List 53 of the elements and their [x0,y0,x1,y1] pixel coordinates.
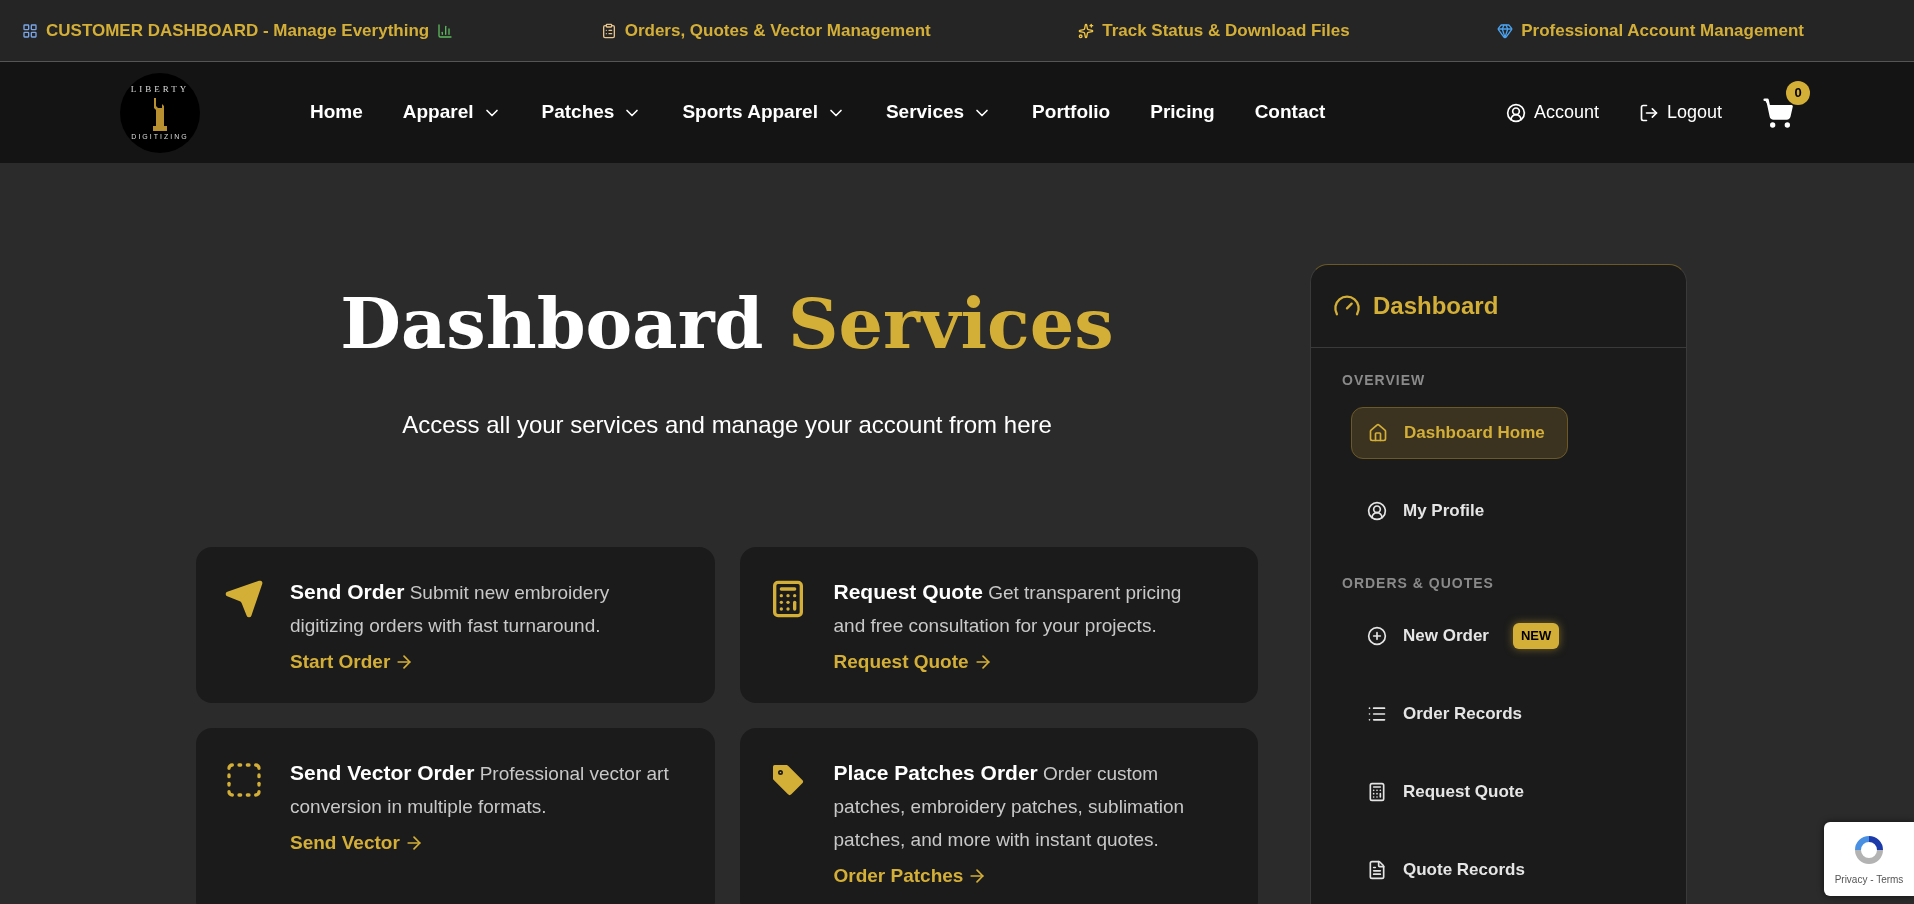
list-icon [1367,704,1387,724]
announcement-text: Professional Account Management [1521,19,1804,42]
recaptcha-badge[interactable]: Privacy - Terms [1824,822,1914,896]
sidebar-item[interactable]: Request Quote [1351,766,1546,818]
section-heading: OVERVIEW [1342,371,1426,390]
page-subtitle: Access all your services and manage your account from here [402,410,1052,440]
sidebar-item[interactable]: Order Records [1351,688,1545,740]
paper-plane-icon [224,579,264,619]
card-link[interactable]: Order Patches [833,862,1214,891]
sidebar-item[interactable]: Dashboard Home [1351,407,1568,459]
sidebar-item[interactable]: My Profile [1351,485,1507,537]
plus-icon [1367,626,1387,646]
user-icon [1367,501,1387,521]
bar-chart-icon [437,22,454,39]
card-link[interactable]: Start Order [290,648,671,677]
sidebar-item[interactable]: Quote Records [1351,844,1547,896]
nav-link[interactable]: Services [885,98,993,127]
document-icon [1367,860,1387,880]
nav-link[interactable]: Sports Apparel [682,98,846,127]
sparkles-icon [1078,22,1095,39]
account-link[interactable]: Account [1505,99,1599,126]
nav-link[interactable]: Pricing [1150,98,1215,127]
card-description: Request Quote Get transparent pricing and free consultation for your projects. [833,579,1183,638]
gem-icon [1497,22,1514,39]
card-description: Send Order Submit new embroidery digitizing orders with fast turnaround. [290,579,611,638]
nav-link[interactable]: Patches [541,98,643,127]
clipboard-icon [600,22,617,39]
nav-link[interactable]: Apparel [402,98,502,127]
recaptcha-links[interactable]: Privacy - Terms [1834,871,1904,887]
page-title: Dashboard Services [340,289,1114,359]
sidebar-title: Dashboard [1373,291,1499,321]
logout-icon [1638,102,1659,123]
nav-link[interactable]: Home [310,98,363,127]
account-link[interactable]: Logout [1638,99,1722,126]
card-link[interactable]: Request Quote [833,648,1214,677]
announcement-text: Track Status & Download Files [1102,19,1350,42]
sidebar-item[interactable]: New Order NEW [1351,610,1582,662]
home-icon [1368,423,1388,443]
cart-icon[interactable] [1762,96,1794,129]
announcement-text: CUSTOMER DASHBOARD - Manage Everything [46,19,430,42]
grid-icon [22,22,38,39]
section-heading: ORDERS & QUOTES [1342,574,1494,593]
card-link[interactable]: Send Vector [290,829,671,858]
nav-link[interactable]: Contact [1254,98,1326,127]
new-badge: NEW [1513,623,1560,649]
nav-link[interactable]: Portfolio [1032,98,1111,127]
card-description: Send Vector Order Professional vector art conversion in multiple formats. [290,760,670,819]
cart-count: 0 [1786,80,1810,105]
logo-text: LIBERTY [130,82,190,96]
user-icon [1505,102,1526,123]
calculator-icon [1367,782,1387,802]
card-description: Place Patches Order Order custom patches, embroidery patches, sublimation patches, and more with instant quotes. [833,760,1186,852]
announcement-text: Orders, Quotes & Vector Management [624,19,931,42]
